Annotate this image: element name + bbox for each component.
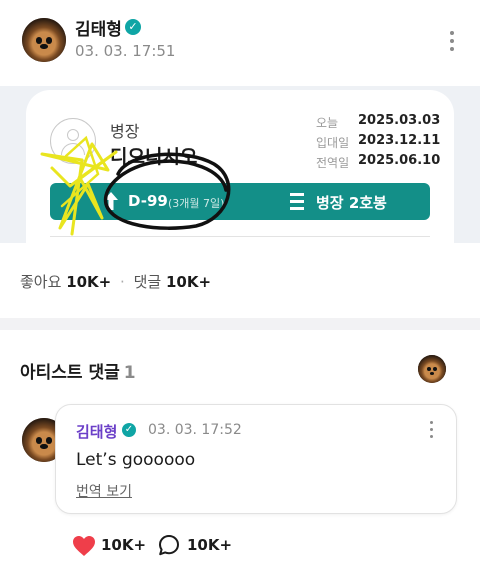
date-value-enlist: 2023.12.11 [358,133,441,148]
up-arrow-icon [104,192,118,210]
comment-like-count: 10K+ [101,536,147,554]
grade-label: 병장 2호봉 [316,194,387,212]
comment-timestamp: 03. 03. 17:52 [148,422,242,438]
artist-avatar-small[interactable] [418,355,446,383]
artist-comments-title: 아티스트 댓글 [20,363,120,383]
rank-label: 병장 [110,122,140,141]
post-timestamp: 03. 03. 17:51 [75,42,176,60]
comment-reply-count: 10K+ [187,536,233,554]
date-value-today: 2025.03.03 [358,113,441,128]
artist-comments-heading: 아티스트 댓글 1 [20,358,136,383]
comment-more-icon[interactable] [422,419,442,441]
discharge-calculator-card: 병장 디오니시오 오늘 2025.03.03 입대일 2023.12.11 전역… [26,90,454,243]
dday-detail: (3개월 7일) [168,197,225,210]
artist-comments-count: 1 [123,363,136,383]
reply-bubble-icon[interactable] [158,534,180,556]
post-header: 김태형 ✓ 03. 03. 17:51 [0,0,480,82]
artist-comment[interactable]: 김태형 ✓ 03. 03. 17:52 Let’s goooooo 번역 보기 [55,404,457,514]
post-stats: 좋아요 10K+ · 댓글 10K+ [20,271,211,292]
unit-name: 디오니시오 [110,146,198,168]
post-image[interactable]: 병장 디오니시오 오늘 2025.03.03 입대일 2023.12.11 전역… [0,86,480,243]
verified-check-icon: ✓ [125,19,141,35]
verified-check-icon: ✓ [122,423,136,437]
translate-link[interactable]: 번역 보기 [76,481,132,501]
date-label-discharge: 전역일 [316,156,350,170]
profile-placeholder-icon [50,118,96,164]
dday-bar: D-99 (3개월 7일) 병장 2호봉 [50,183,430,220]
author-avatar[interactable] [22,18,66,62]
comments-count[interactable]: 10K+ [166,273,211,291]
dday-count: D-99 [128,192,168,210]
date-label-enlist: 입대일 [316,136,350,150]
date-label-today: 오늘 [316,116,339,130]
more-options-icon[interactable] [442,28,462,56]
likes-label: 좋아요 [20,273,62,291]
comment-text: Let’s goooooo [76,450,196,470]
heart-icon[interactable] [72,535,96,557]
likes-count[interactable]: 10K+ [66,273,111,291]
list-icon [290,193,304,210]
date-value-discharge: 2025.06.10 [358,153,441,168]
stats-separator: · [120,273,125,291]
section-divider [0,318,480,330]
card-divider [50,236,430,237]
post-author-name[interactable]: 김태형 [75,15,122,40]
comment-author-name[interactable]: 김태형 [76,421,117,442]
comments-label: 댓글 [133,273,162,291]
